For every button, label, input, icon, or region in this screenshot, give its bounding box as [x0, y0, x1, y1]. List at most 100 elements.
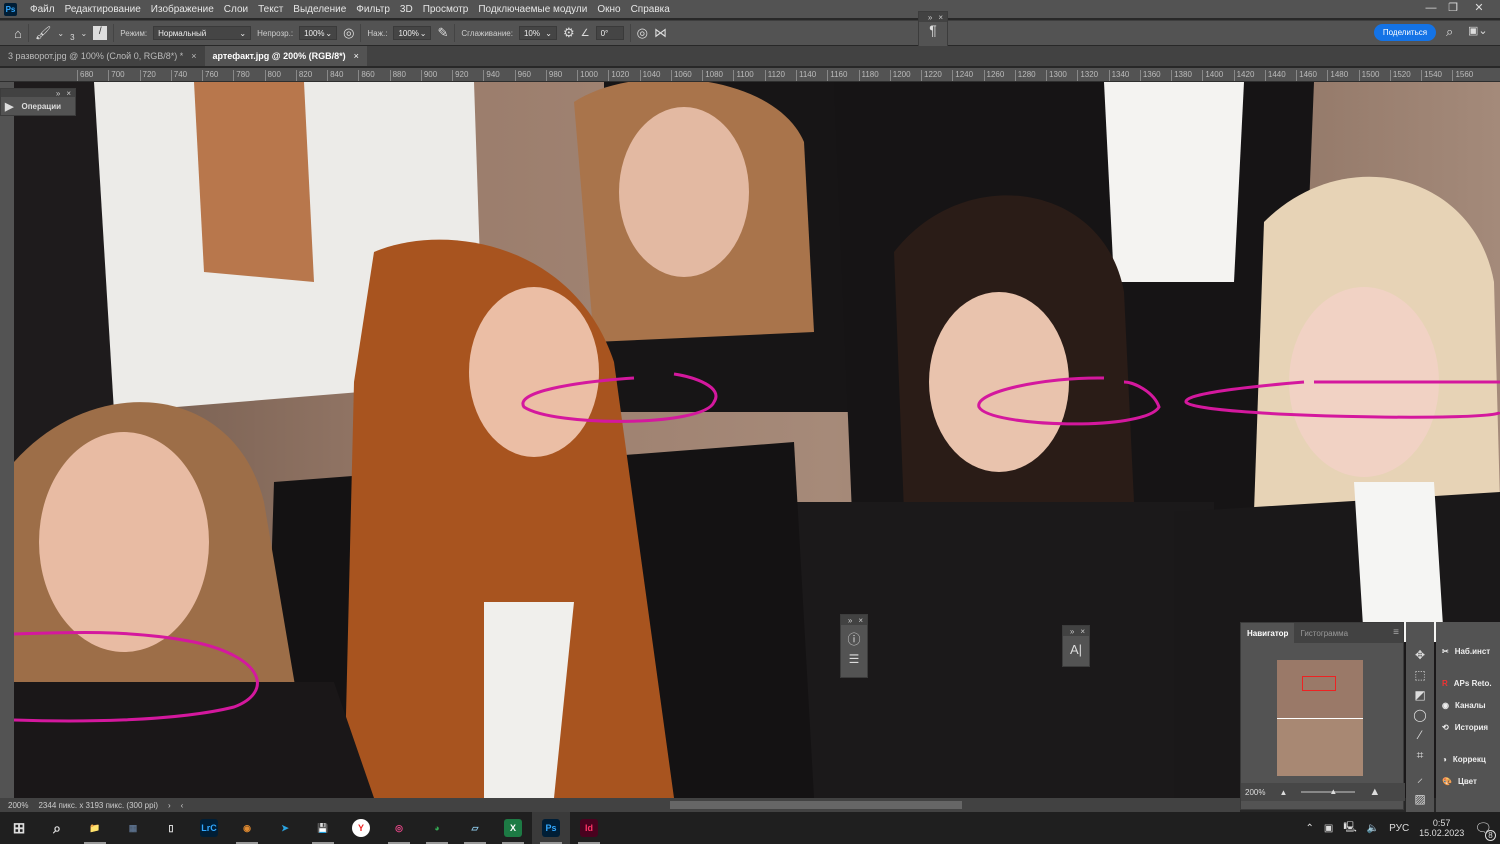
- eyedropper-icon[interactable]: ⸝: [1417, 769, 1423, 786]
- info-icon[interactable]: ⓘ: [841, 629, 867, 648]
- view-rectangle[interactable]: [1302, 676, 1336, 691]
- marquee-tool-icon[interactable]: ⬚: [1414, 668, 1425, 682]
- start-button[interactable]: ⊞: [0, 812, 38, 844]
- taskbar-app-photoshop[interactable]: Ps: [532, 812, 570, 844]
- navigator-thumbnail[interactable]: [1277, 660, 1363, 776]
- search-button[interactable]: ⌕: [38, 812, 76, 844]
- tab-document-2[interactable]: артефакт.jpg @ 200% (RGB/8*) ×: [204, 46, 367, 66]
- lasso-tool-icon[interactable]: ◯: [1413, 708, 1426, 722]
- menu-item[interactable]: Подключаемые модули: [473, 4, 592, 15]
- menu-item[interactable]: Выделение: [288, 4, 351, 15]
- panel-aps-retouch[interactable]: R APs Reto.: [1436, 672, 1500, 694]
- zoom-out-icon[interactable]: ▲: [1279, 788, 1287, 797]
- flow-input[interactable]: 100% ⌄: [393, 26, 432, 40]
- operations-button[interactable]: ▶ Операции: [1, 97, 75, 116]
- share-button[interactable]: Поделиться: [1374, 24, 1436, 41]
- angle-icon: ∠: [580, 27, 590, 39]
- magic-wand-icon[interactable]: ⁄: [1419, 728, 1421, 742]
- crop-tool-icon[interactable]: ⌗: [1417, 748, 1424, 763]
- airbrush-icon[interactable]: ✎: [437, 25, 448, 41]
- menu-item[interactable]: Окно: [592, 4, 625, 15]
- language-indicator[interactable]: РУС: [1389, 823, 1409, 834]
- chevron-left-icon[interactable]: ‹: [181, 801, 184, 810]
- close-icon[interactable]: ×: [66, 89, 71, 98]
- tab-document-1[interactable]: 3 разворот.jpg @ 100% (Слой 0, RGB/8*) *…: [0, 46, 205, 66]
- close-icon[interactable]: ×: [938, 13, 943, 22]
- menu-item[interactable]: Изображение: [146, 4, 219, 15]
- gear-icon[interactable]: ⚙: [563, 25, 575, 41]
- zoom-in-icon[interactable]: ▲: [1369, 786, 1380, 798]
- search-icon[interactable]: ⌕: [1446, 24, 1453, 40]
- select-tool-icon[interactable]: ◩: [1414, 688, 1425, 702]
- tab-navigator[interactable]: Навигатор: [1241, 623, 1295, 643]
- mode-select[interactable]: Нормальный ⌄: [153, 26, 252, 40]
- camera-icon[interactable]: ▣: [1324, 823, 1333, 834]
- navigator-zoom[interactable]: 200%: [1245, 788, 1265, 797]
- taskbar-app-excel[interactable]: X: [494, 812, 532, 844]
- close-tab-icon[interactable]: ×: [191, 51, 196, 61]
- taskbar-app-faststone[interactable]: ◉: [228, 812, 266, 844]
- taskbar-app-file-explorer[interactable]: 📁: [76, 812, 114, 844]
- chevron-down-icon[interactable]: ⌄: [57, 29, 64, 38]
- menu-item[interactable]: Файл: [25, 4, 60, 15]
- close-tab-icon[interactable]: ×: [354, 51, 359, 61]
- move-tool-icon[interactable]: ✥: [1415, 648, 1425, 662]
- brush-settings-icon[interactable]: /: [93, 26, 108, 40]
- taskbar-app-yandex-browser[interactable]: Y: [342, 812, 380, 844]
- brush-size[interactable]: 3: [70, 25, 74, 42]
- zoom-level[interactable]: 200%: [8, 801, 28, 810]
- tab-histogram[interactable]: Гистограмма: [1294, 623, 1354, 643]
- taskbar-app-chrome[interactable]: ◕: [418, 812, 456, 844]
- document-tabs: 3 разворот.jpg @ 100% (Слой 0, RGB/8*) *…: [0, 46, 1500, 66]
- brush-tool-icon[interactable]: 🖌: [35, 25, 52, 41]
- taskbar-app-calculator[interactable]: ▦: [114, 812, 152, 844]
- chevron-up-icon[interactable]: ⌃: [1306, 823, 1314, 834]
- operations-panel: » × ▶ Операции: [0, 88, 76, 116]
- minimize-button[interactable]: —: [1420, 0, 1442, 17]
- ruler-tick: 820: [295, 70, 312, 81]
- healing-brush-icon[interactable]: ▨: [1414, 792, 1425, 806]
- opacity-input[interactable]: 100% ⌄: [299, 26, 338, 40]
- close-window-button[interactable]: ✕: [1468, 0, 1490, 17]
- menu-item[interactable]: 3D: [395, 4, 418, 15]
- menu-item[interactable]: Редактирование: [60, 4, 146, 15]
- character-icon[interactable]: A|: [1063, 642, 1089, 657]
- notifications-icon[interactable]: 🗨 8: [1474, 820, 1496, 841]
- horizontal-scrollbar[interactable]: [670, 801, 962, 809]
- home-icon[interactable]: ⌂: [14, 26, 22, 41]
- ruler-tick: 1220: [921, 70, 942, 81]
- menu-item[interactable]: Справка: [626, 4, 675, 15]
- symmetry-icon[interactable]: ⋈: [654, 25, 667, 41]
- menu-item[interactable]: Текст: [253, 4, 288, 15]
- paragraph-icon[interactable]: ¶: [919, 22, 947, 38]
- angle-input[interactable]: 0°: [595, 26, 624, 40]
- taskbar-app-creative-cloud[interactable]: ◎: [380, 812, 418, 844]
- smoothing-input[interactable]: 10% ⌄: [518, 26, 557, 40]
- menu-item[interactable]: Просмотр: [418, 4, 474, 15]
- taskbar-app-telegram[interactable]: ➤: [266, 812, 304, 844]
- menu-item[interactable]: Фильтр: [351, 4, 395, 15]
- zoom-slider[interactable]: ▲: [1301, 787, 1356, 796]
- panel-history[interactable]: ⟲ История: [1436, 716, 1500, 738]
- taskbar-app-notepad[interactable]: ▯: [152, 812, 190, 844]
- workspace-icon[interactable]: ▣⌄: [1468, 24, 1488, 37]
- clock[interactable]: 0:57 15.02.2023: [1419, 818, 1464, 838]
- menu-item[interactable]: Слои: [219, 4, 253, 15]
- taskbar-app-indesign[interactable]: Id: [570, 812, 608, 844]
- panel-tool-presets[interactable]: ✂ Наб.инст: [1436, 640, 1500, 662]
- taskbar-app-notes[interactable]: ▱: [456, 812, 494, 844]
- panel-adjustments[interactable]: ◑ Коррекц: [1436, 748, 1500, 770]
- restore-button[interactable]: ❐: [1442, 0, 1464, 17]
- ruler-tick: 1120: [764, 70, 785, 81]
- panel-color[interactable]: 🎨 Цвет: [1436, 770, 1500, 792]
- panel-menu-icon[interactable]: ≡: [1389, 623, 1403, 643]
- volume-icon[interactable]: 🔈: [1367, 823, 1379, 834]
- adjustments-icon[interactable]: ☰: [841, 652, 867, 666]
- chevron-right-icon[interactable]: ›: [168, 801, 171, 810]
- pressure-opacity-icon[interactable]: ◎: [343, 25, 354, 41]
- panel-channels[interactable]: ◉ Каналы: [1436, 694, 1500, 716]
- taskbar-app-save-app[interactable]: 💾: [304, 812, 342, 844]
- pressure-size-icon[interactable]: ◎: [637, 25, 648, 41]
- network-icon[interactable]: 🖳: [1343, 820, 1356, 837]
- taskbar-app-lightroom-classic[interactable]: LrC: [190, 812, 228, 844]
